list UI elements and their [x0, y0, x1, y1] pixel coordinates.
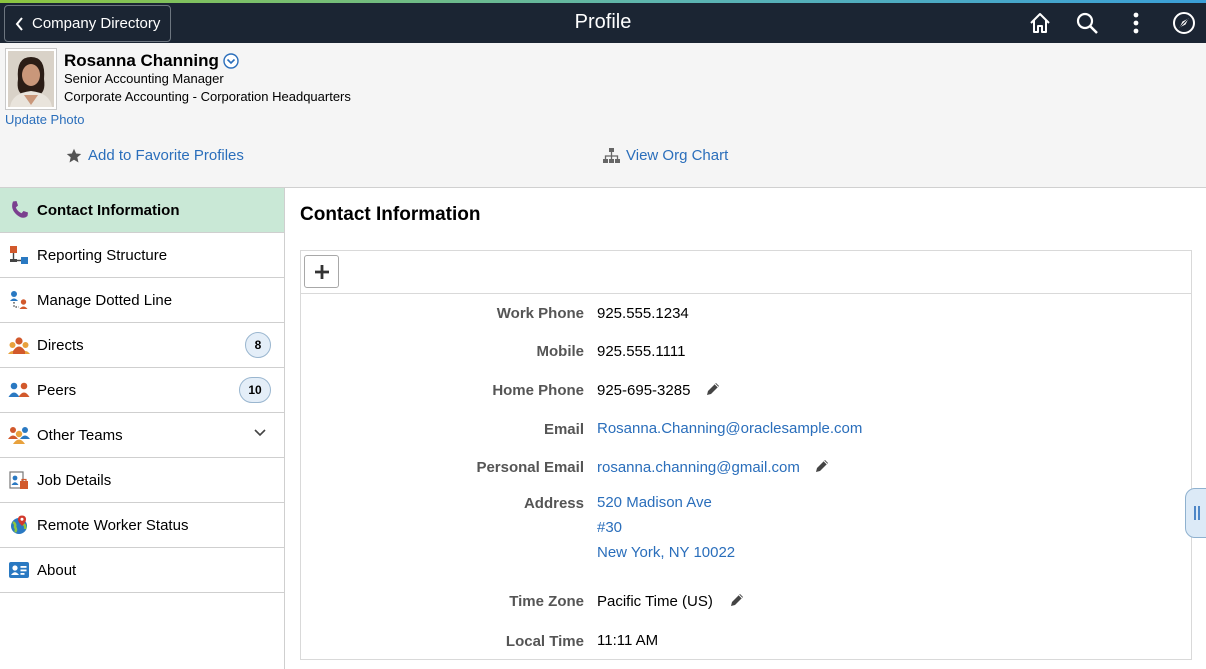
work-phone-label: Work Phone — [496, 305, 584, 322]
personal-email-value[interactable]: rosanna.channing@gmail.com — [597, 459, 800, 476]
profile-job-title: Senior Accounting Manager — [64, 71, 224, 86]
local-time-label: Local Time — [505, 633, 584, 650]
sidebar-item-label: Job Details — [37, 471, 112, 489]
email-value[interactable]: Rosanna.Channing@oraclesample.com — [597, 420, 862, 437]
edit-pencil-icon[interactable] — [729, 592, 745, 608]
section-title: Contact Information — [300, 204, 481, 225]
about-card-icon — [8, 559, 30, 581]
address-label: Address — [523, 495, 584, 512]
mobile-label: Mobile — [536, 343, 585, 360]
address-line2[interactable]: #30 — [597, 519, 622, 536]
phone-icon — [8, 199, 30, 221]
job-details-icon — [8, 469, 30, 491]
work-phone-value: 925.555.1234 — [597, 305, 689, 322]
add-button[interactable] — [304, 255, 339, 288]
sidebar-item-label: About — [37, 561, 77, 579]
chevron-down-icon[interactable] — [223, 53, 239, 69]
sidebar-item-label: Contact Information — [37, 201, 180, 219]
home-phone-label: Home Phone — [492, 382, 584, 399]
home-phone-value: 925-695-3285 — [597, 382, 691, 399]
add-favorite-label: Add to Favorite Profiles — [88, 147, 244, 164]
home-icon[interactable] — [1027, 10, 1053, 36]
chevron-down-icon[interactable] — [254, 429, 266, 437]
sidebar-item-peers[interactable]: Peers 10 — [0, 368, 284, 413]
update-photo-link[interactable]: Update Photo — [5, 112, 85, 127]
sidebar-item-reporting-structure[interactable]: Reporting Structure — [0, 233, 284, 278]
sidebar-item-label: Other Teams — [37, 426, 123, 444]
profile-department: Corporate Accounting - Corporation Headq… — [64, 89, 351, 104]
sidebar-item-label: Remote Worker Status — [37, 516, 189, 534]
sidebar-item-label: Directs — [37, 336, 84, 354]
reporting-icon — [8, 244, 30, 266]
org-chart-icon — [603, 147, 620, 163]
page-title: Profile — [574, 11, 632, 33]
sidebar-item-about[interactable]: About — [0, 548, 284, 593]
directs-count-badge: 8 — [245, 332, 271, 358]
profile-name-row: Rosanna Channing — [64, 51, 239, 71]
personal-email-label: Personal Email — [476, 459, 584, 476]
sidebar-item-label: Peers — [37, 381, 77, 399]
sidebar-item-other-teams[interactable]: Other Teams — [0, 413, 284, 458]
panel-toolbar — [301, 251, 1191, 294]
peers-count-badge: 10 — [239, 377, 271, 403]
top-navigation-bar: Company Directory Profile — [0, 3, 1206, 43]
local-time-value: 11:11 AM — [597, 632, 659, 649]
mobile-value: 925.555.1111 — [597, 343, 686, 360]
contact-info-panel: Work Phone 925.555.1234 Mobile 925.555.1… — [300, 250, 1192, 660]
sidebar-item-contact-information[interactable]: Contact Information — [0, 188, 284, 233]
avatar — [5, 48, 57, 110]
sidebar-item-label: Reporting Structure — [37, 246, 168, 264]
dotted-line-icon — [8, 289, 30, 311]
search-icon[interactable] — [1074, 10, 1100, 36]
plus-icon — [314, 264, 329, 279]
edit-pencil-icon[interactable] — [705, 381, 721, 397]
edit-pencil-icon[interactable] — [814, 458, 830, 474]
email-label: Email — [543, 421, 584, 438]
view-org-chart-link[interactable]: View Org Chart — [603, 147, 728, 164]
sidebar-item-remote-worker-status[interactable]: Remote Worker Status — [0, 503, 284, 548]
more-icon[interactable] — [1123, 10, 1149, 36]
peers-icon — [8, 379, 30, 401]
teams-icon — [8, 424, 30, 446]
sidebar-item-job-details[interactable]: Job Details — [0, 458, 284, 503]
globe-pin-icon — [8, 514, 30, 536]
view-org-chart-label: View Org Chart — [626, 147, 729, 164]
side-panel-handle[interactable] — [1185, 488, 1206, 538]
sidebar-item-label: Manage Dotted Line — [37, 291, 173, 309]
add-favorite-link[interactable]: Add to Favorite Profiles — [66, 147, 244, 164]
time-zone-label: Time Zone — [509, 593, 584, 610]
profile-name: Rosanna Channing — [64, 51, 219, 70]
sidebar-item-directs[interactable]: Directs 8 — [0, 323, 284, 368]
drag-handle-icon — [1194, 506, 1200, 520]
address-line3[interactable]: New York, NY 10022 — [597, 544, 735, 561]
directs-icon — [8, 334, 30, 356]
profile-header: Rosanna Channing Senior Accounting Manag… — [0, 43, 1206, 188]
star-icon — [66, 148, 82, 162]
sidebar: Contact Information Reporting Structure … — [0, 188, 285, 669]
sidebar-item-manage-dotted-line[interactable]: Manage Dotted Line — [0, 278, 284, 323]
navbar-icon[interactable] — [1171, 10, 1197, 36]
time-zone-value: Pacific Time (US) — [597, 593, 713, 610]
address-line1[interactable]: 520 Madison Ave — [597, 494, 712, 511]
